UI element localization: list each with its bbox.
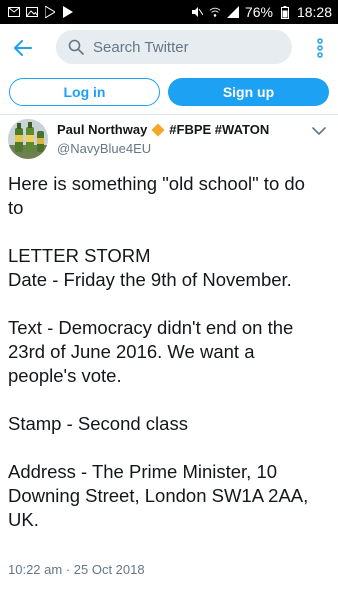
tweet-line: Stamp - Second class [8,413,188,434]
display-name: Paul Northway [57,122,148,137]
tweet-line: UK. [8,509,39,530]
image-icon [26,6,38,18]
tweet-menu-button[interactable] [312,123,326,135]
orange-diamond-icon [151,123,165,136]
avatar[interactable] [8,119,48,159]
back-button[interactable] [10,35,36,61]
tweet-text: Here is something "old school" to do to … [8,172,333,532]
tweet-line: Address - The Prime Minister, 10 [8,461,278,482]
search-header: Search Twitter [0,24,338,72]
clock: 18:28 [296,4,332,20]
name-hashtags: #FBPE #WATON [169,122,270,137]
tweet-author[interactable]: Paul Northway #FBPE #WATON @NavyBlue4EU [57,122,307,156]
play-icon [62,6,74,18]
tweet: Paul Northway #FBPE #WATON @NavyBlue4EU … [0,115,338,600]
battery-icon [279,5,291,19]
status-bar: 76% 18:28 [0,0,338,24]
tweet-line: 23rd of June 2016. We want a [8,341,255,362]
signal-icon [226,6,239,18]
tweet-timestamp[interactable]: 10:22 am · 25 Oct 2018 [8,562,145,577]
tweet-line: people's vote. [8,365,122,386]
signup-button[interactable]: Sign up [168,78,329,106]
mail-icon [8,6,20,18]
author-name-line: Paul Northway #FBPE #WATON [57,122,307,137]
wifi-icon [209,6,221,18]
login-button[interactable]: Log in [9,78,160,106]
auth-row: Log in Sign up [0,72,338,114]
back-arrow-icon [14,40,32,56]
chevron-down-icon [312,127,326,135]
tweet-line: Here is something "old school" to do [8,173,305,194]
tweet-line: Text - Democracy didn't end on the [8,317,294,338]
more-vertical-icon [317,38,323,58]
tweet-line: LETTER STORM [8,245,151,266]
tweet-line: Downing Street, London SW1A 2AA, [8,485,309,506]
search-placeholder: Search Twitter [93,38,189,56]
play-store-icon [44,6,56,18]
search-icon [68,39,84,55]
status-right: 76% 18:28 [191,4,332,20]
overflow-menu-button[interactable] [312,36,328,60]
status-left [8,6,74,18]
mute-icon [191,6,203,18]
tweet-line: Date - Friday the 9th of November. [8,269,292,290]
search-input[interactable]: Search Twitter [56,30,292,64]
user-handle: @NavyBlue4EU [57,141,152,156]
tweet-line: to [8,197,24,218]
battery-percent: 76% [244,4,273,20]
